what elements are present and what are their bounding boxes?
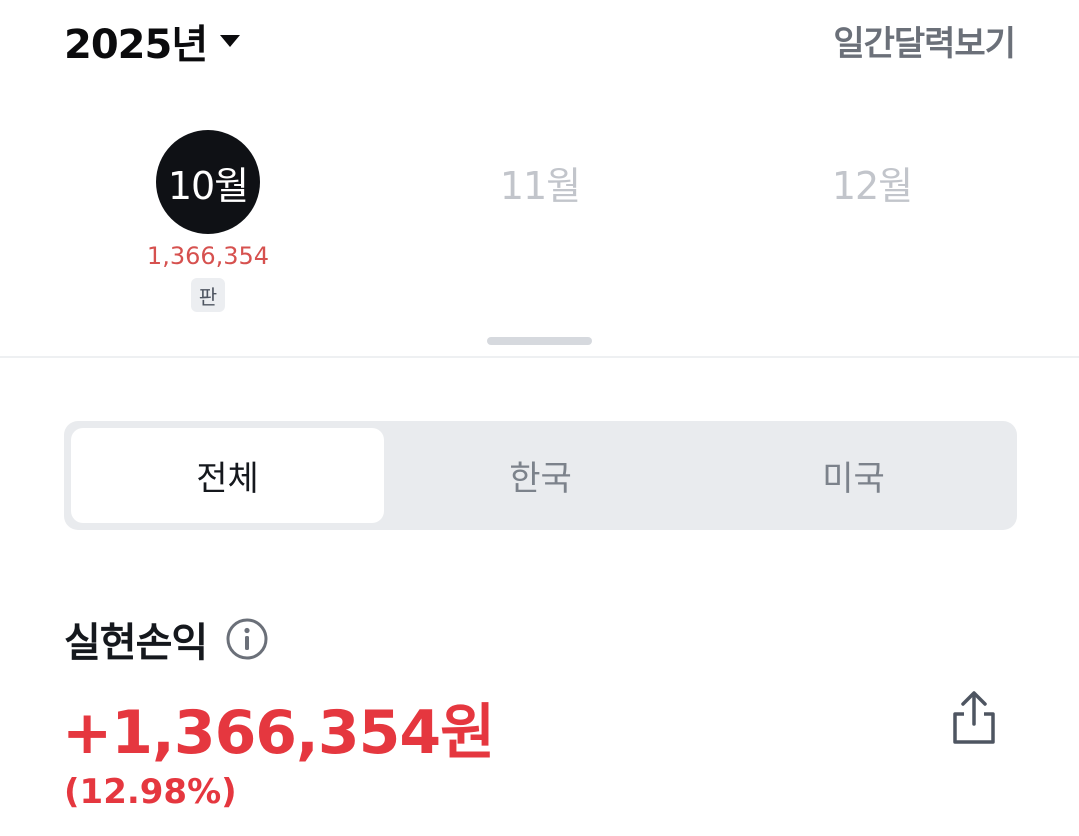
tab-all[interactable]: 전체 [71,428,384,523]
month-october[interactable]: 10월 1,366,354 판 [108,130,308,312]
month-badge: 판 [191,278,225,312]
market-segment-control: 전체 한국 미국 [64,421,1017,530]
month-amount: 1,366,354 [146,242,270,270]
year-dropdown[interactable]: 2025년 [64,12,241,70]
tab-korea[interactable]: 한국 [384,428,697,523]
caret-down-icon [220,35,241,47]
month-label: 12월 [831,163,913,208]
daily-calendar-link[interactable]: 일간달력보기 [833,16,1016,65]
divider [0,356,1079,358]
month-label: 10월 [156,130,260,234]
year-label: 2025년 [64,22,208,68]
share-icon[interactable] [950,690,998,746]
pnl-percent: (12.98%) [64,772,237,812]
pnl-title: 실현손익 [64,620,208,666]
pnl-screen: 2025년 일간달력보기 10월 1,366,354 판 11월 12월 전체 … [0,0,1079,836]
drag-handle[interactable] [487,337,592,345]
info-icon[interactable] [225,617,269,661]
month-label: 11월 [499,163,581,208]
tab-usa[interactable]: 미국 [697,428,1010,523]
pnl-amount: +1,366,354원 [62,698,495,768]
month-november[interactable]: 11월 [440,130,640,234]
month-december[interactable]: 12월 [772,130,972,234]
month-selector: 10월 1,366,354 판 11월 12월 [0,130,1079,320]
pnl-header: 실현손익 [64,610,269,668]
